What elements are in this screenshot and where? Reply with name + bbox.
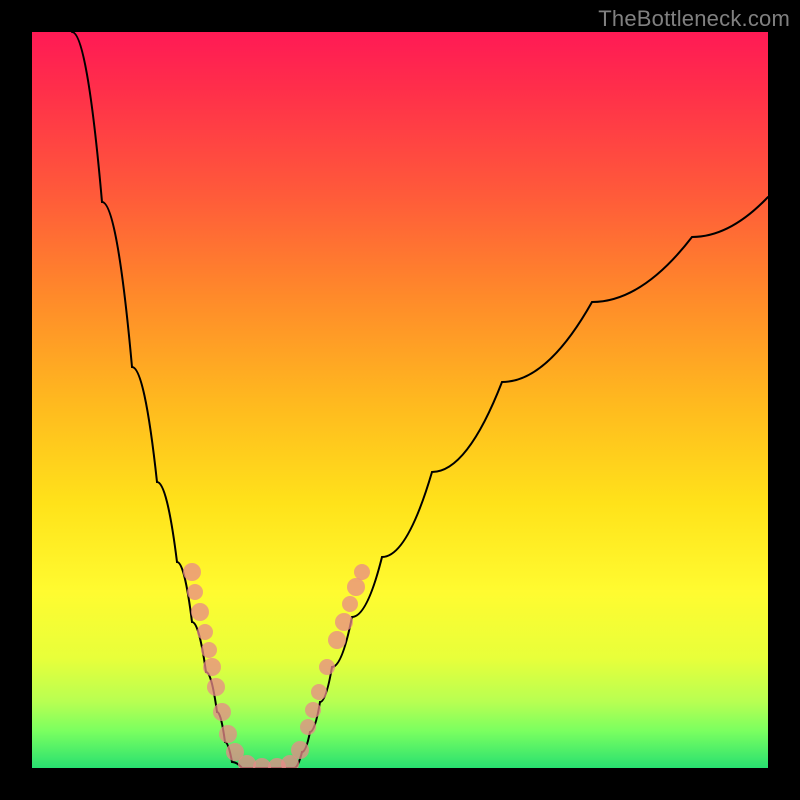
- scatter-dot: [347, 578, 365, 596]
- right-curve: [294, 197, 768, 768]
- scatter-dot: [342, 596, 358, 612]
- scatter-dot: [328, 631, 346, 649]
- scatter-dot: [335, 613, 353, 631]
- scatter-dot: [305, 702, 321, 718]
- scatter-dot: [183, 563, 201, 581]
- watermark-text: TheBottleneck.com: [598, 6, 790, 32]
- scatter-dot: [197, 624, 213, 640]
- scatter-dot: [354, 564, 370, 580]
- scatter-dot: [300, 719, 316, 735]
- scatter-dot: [213, 703, 231, 721]
- scatter-dot: [201, 642, 217, 658]
- scatter-dot: [187, 584, 203, 600]
- chart-svg: [32, 32, 768, 768]
- scatter-dot: [219, 725, 237, 743]
- scatter-dot: [291, 741, 309, 759]
- chart-plot-area: [32, 32, 768, 768]
- scatter-dot: [203, 658, 221, 676]
- left-curve: [72, 32, 242, 768]
- scatter-dots: [183, 563, 370, 768]
- scatter-dot: [207, 678, 225, 696]
- scatter-dot: [311, 684, 327, 700]
- scatter-dot: [191, 603, 209, 621]
- scatter-dot: [319, 659, 335, 675]
